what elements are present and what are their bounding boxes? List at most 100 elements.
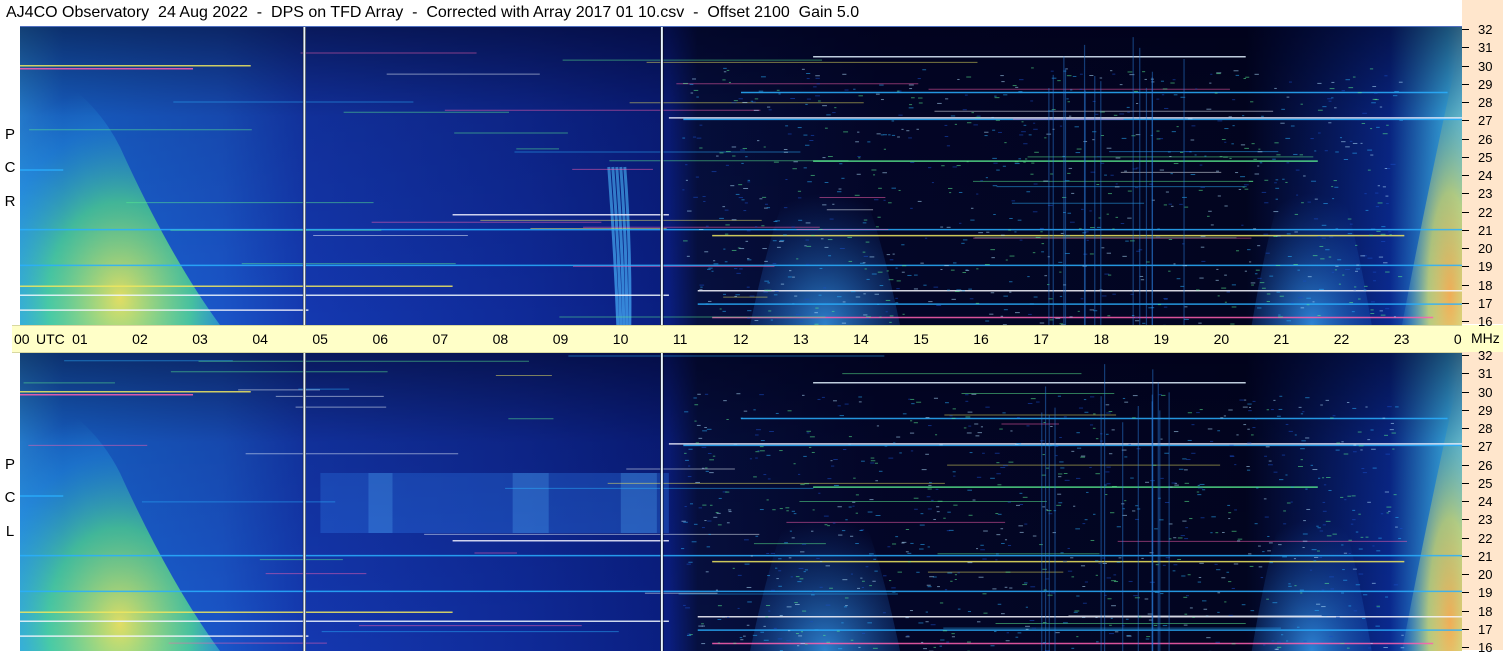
rcp-noise-speck [725, 224, 730, 226]
rcp-noise-speck [817, 100, 821, 102]
rcp-noise-speck [911, 97, 915, 99]
rcp-noise-speck [1261, 191, 1267, 193]
lcp-noise-speck [1305, 437, 1310, 439]
lcp-noise-speck [867, 511, 873, 513]
rcp-noise-speck [824, 181, 829, 183]
lcp-noise-speck [693, 397, 697, 399]
rcp-noise-speck [913, 274, 918, 276]
rcp-noise-speck [1328, 100, 1332, 102]
lcp-noise-speck [726, 418, 729, 420]
lcp-freq-label: 28 [1478, 421, 1493, 436]
lcp-noise-speck [1300, 592, 1303, 594]
rcp-noise-speck [1189, 151, 1192, 153]
lcp-noise-speck [1105, 471, 1110, 473]
rcp-noise-speck [1286, 320, 1292, 322]
lcp-noise-speck [1362, 472, 1367, 474]
rcp-noise-speck [723, 248, 726, 250]
rcp-noise-speck [746, 230, 751, 232]
rcp-freq-label: 27 [1478, 113, 1493, 129]
lcp-noise-speck [858, 401, 862, 403]
rcp-noise-speck [761, 225, 765, 227]
rcp-freq-tick [1462, 175, 1469, 176]
hour-label: 13 [793, 331, 809, 347]
rcp-noise-speck [1198, 322, 1202, 324]
lcp-noise-speck [1173, 431, 1179, 433]
lcp-noise-speck [1248, 553, 1252, 555]
rcp-noise-speck [730, 185, 735, 187]
lcp-noise-speck [878, 470, 883, 472]
lcp-noise-speck [737, 607, 740, 609]
lcp-noise-speck [728, 511, 732, 513]
hour-label: 05 [312, 331, 328, 347]
lcp-noise-speck [857, 587, 861, 589]
lcp-noise-speck [704, 427, 707, 429]
lcp-noise-speck [1202, 489, 1206, 491]
lcp-noise-speck [759, 509, 764, 511]
rcp-noise-speck [739, 248, 745, 250]
lcp-noise-speck [1370, 642, 1373, 644]
rcp-noise-speck [1170, 205, 1174, 207]
rcp-noise-speck [695, 176, 699, 178]
rcp-noise-speck [1079, 73, 1083, 75]
rcp-noise-speck [1334, 107, 1337, 109]
hour-label: 17 [1033, 331, 1049, 347]
lcp-noise-speck [1197, 494, 1202, 496]
rcp-noise-speck [807, 181, 812, 183]
lcp-noise-speck [1363, 594, 1368, 596]
lcp-noise-speck [913, 422, 918, 424]
lcp-noise-speck [1000, 528, 1004, 530]
rcp-noise-speck [1297, 269, 1300, 271]
lcp-noise-speck [875, 515, 881, 517]
rcp-noise-speck [966, 161, 969, 163]
rcp-noise-speck [690, 92, 694, 94]
rcp-noise-speck [719, 308, 722, 310]
lcp-noise-speck [694, 404, 699, 406]
rcp-noise-speck [1355, 244, 1358, 246]
rcp-noise-speck [1104, 174, 1107, 176]
lcp-noise-speck [818, 492, 821, 494]
lcp-noise-speck [1224, 601, 1227, 603]
lcp-noise-speck [1271, 640, 1275, 642]
lcp-noise-speck [910, 450, 914, 452]
rcp-noise-speck [1033, 296, 1038, 298]
lcp-noise-speck [918, 622, 924, 624]
lcp-noise-speck [995, 553, 999, 555]
lcp-noise-speck [755, 451, 760, 453]
rcp-noise-speck [716, 155, 719, 157]
rcp-noise-speck [989, 313, 994, 315]
lcp-noise-speck [905, 551, 909, 553]
lcp-noise-speck [1278, 544, 1282, 546]
rcp-noise-speck [837, 191, 842, 193]
rcp-noise-speck [1335, 228, 1339, 230]
lcp-noise-speck [1006, 632, 1010, 634]
lcp-noise-speck [683, 604, 686, 606]
rcp-noise-speck [1215, 279, 1219, 281]
rcp-noise-speck [1125, 240, 1129, 242]
lcp-noise-speck [1313, 560, 1317, 562]
lcp-noise-speck [1357, 431, 1362, 433]
rcp-noise-speck [1024, 158, 1028, 160]
rcp-noise-speck [792, 303, 795, 305]
rcp-noise-speck [1276, 235, 1281, 237]
lcp-noise-speck [794, 604, 800, 606]
rcp-noise-speck [1255, 269, 1260, 271]
lcp-noise-speck [770, 552, 776, 554]
rcp-noise-speck [1345, 269, 1350, 271]
rcp-noise-speck [1386, 203, 1389, 205]
rcp-noise-speck [745, 240, 749, 242]
lcp-noise-speck [1074, 610, 1080, 612]
rcp-noise-speck [910, 207, 913, 209]
rcp-noise-speck [1044, 137, 1047, 139]
rcp-noise-speck [1355, 268, 1360, 270]
rcp-noise-speck [742, 147, 748, 149]
rcp-noise-speck [1012, 85, 1017, 87]
rcp-noise-speck [1112, 228, 1115, 230]
rcp-noise-speck [888, 202, 892, 204]
lcp-noise-speck [743, 539, 749, 541]
lcp-noise-speck [936, 506, 940, 508]
rcp-noise-speck [962, 272, 967, 274]
rcp-noise-speck [1031, 162, 1035, 164]
rcp-noise-speck [1281, 108, 1285, 110]
lcp-noise-speck [1184, 538, 1189, 540]
rcp-freq-label: 30 [1478, 58, 1493, 74]
